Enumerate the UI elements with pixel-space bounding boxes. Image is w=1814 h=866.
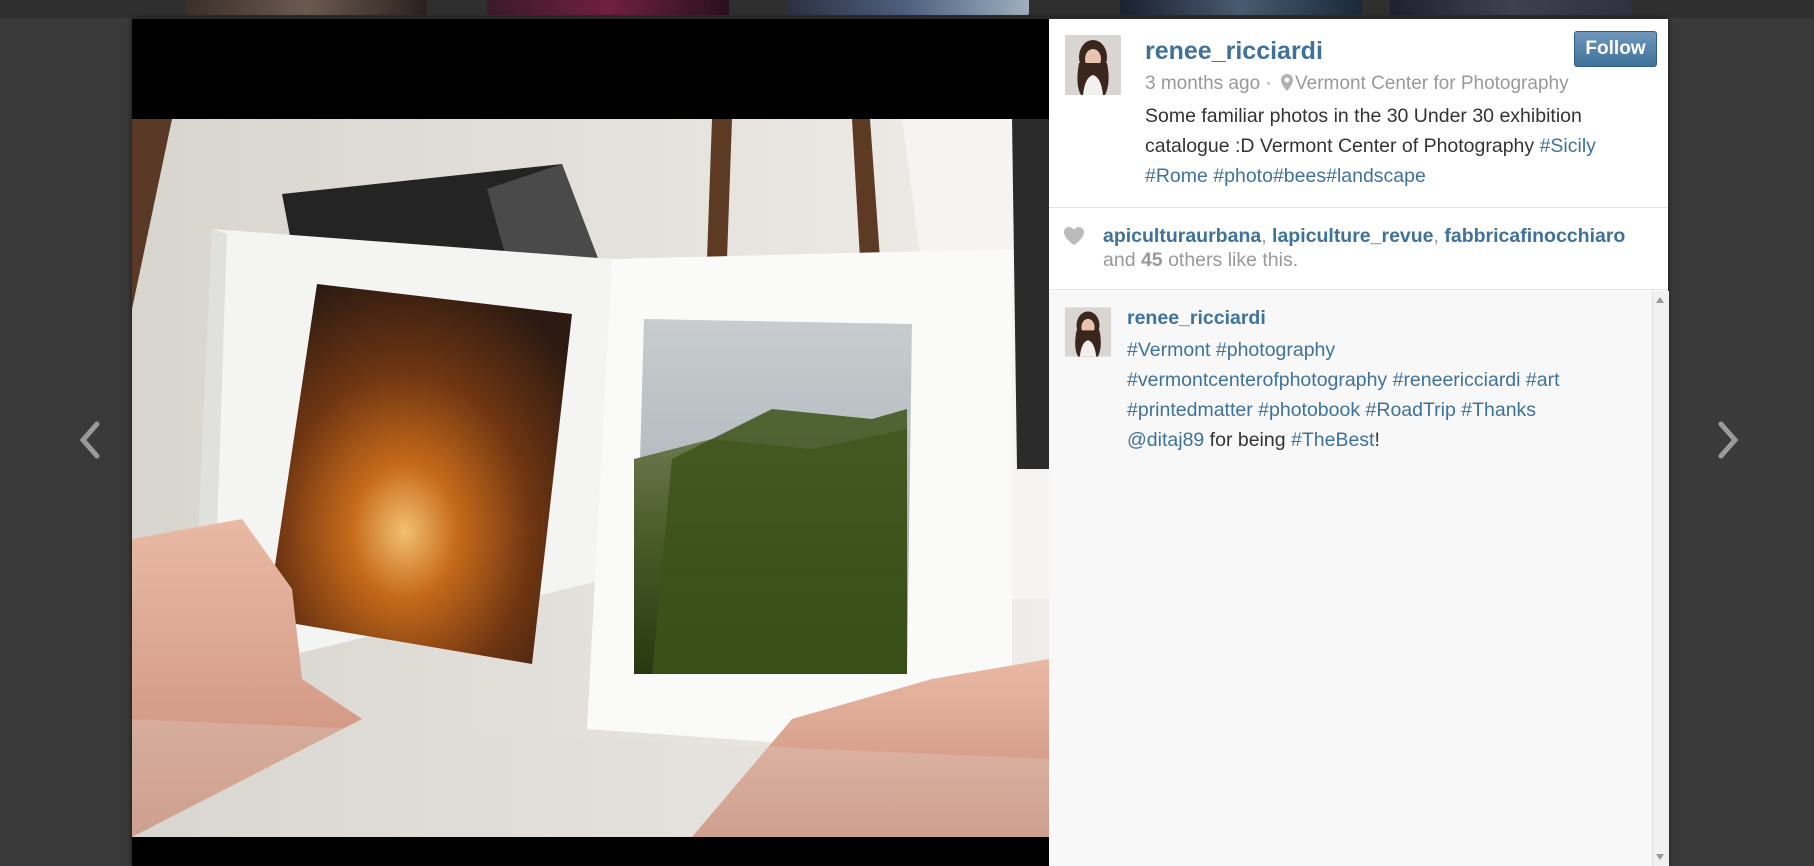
hashtag-link[interactable]: #reneericciardi [1393, 369, 1521, 391]
liker-link[interactable]: fabbricafinocchiaro [1444, 225, 1625, 247]
background-thumbnail[interactable] [1390, 0, 1632, 15]
mention-link[interactable]: @ditaj89 [1127, 429, 1204, 451]
comment-username[interactable]: renee_ricciardi [1127, 307, 1266, 330]
hashtag-link[interactable]: #bees [1273, 165, 1326, 187]
follow-button[interactable]: Follow [1574, 31, 1657, 67]
hashtag-link[interactable]: #photo [1213, 165, 1273, 187]
post-time[interactable]: 3 months ago [1145, 73, 1260, 94]
likes-section: apiculturaurbana, lapiculture_revue, fab… [1049, 208, 1668, 290]
media-area [132, 19, 1049, 866]
comment-plain-text: for being [1204, 429, 1291, 451]
post-modal: renee_ricciardi Follow 3 months ago · Ve… [132, 19, 1669, 866]
comment-text: #Vermont #photography #vermontcenterofpho… [1127, 335, 1627, 455]
likers-list: apiculturaurbana, lapiculture_revue, fab… [1103, 225, 1626, 271]
hashtag-link[interactable]: #landscape [1326, 165, 1426, 187]
hashtag-link[interactable]: #Thanks [1461, 399, 1536, 421]
comments-section: renee_ricciardi #Vermont #photography #ve… [1049, 291, 1669, 866]
liker-link[interactable]: lapiculture_revue [1272, 225, 1433, 247]
hashtag-link[interactable]: #photography [1216, 339, 1335, 361]
comments-scrollbar[interactable] [1652, 291, 1669, 866]
background-thumbnail[interactable] [787, 0, 1029, 15]
avatar[interactable] [1065, 35, 1121, 95]
scroll-down-icon[interactable] [1656, 854, 1664, 860]
comment-avatar[interactable] [1065, 307, 1111, 357]
hashtag-link[interactable]: #vermontcenterofphotography [1127, 369, 1387, 391]
liker-link[interactable]: apiculturaurbana [1103, 225, 1261, 247]
hashtag-link[interactable]: #printedmatter [1127, 399, 1253, 421]
post-caption: Some familiar photos in the 30 Under 30 … [1145, 101, 1645, 191]
previous-post-button[interactable] [68, 413, 112, 467]
chevron-right-icon [1718, 421, 1739, 459]
hashtag-link[interactable]: #photobook [1258, 399, 1360, 421]
likes-count[interactable]: 45 [1141, 249, 1163, 271]
post-location[interactable]: Vermont Center for Photography [1295, 73, 1569, 94]
chevron-left-icon [79, 421, 100, 459]
comment-plain-text: ! [1374, 429, 1380, 451]
post-header: renee_ricciardi Follow 3 months ago · Ve… [1049, 19, 1668, 208]
scroll-up-icon[interactable] [1656, 297, 1664, 303]
post-meta: 3 months ago · Vermont Center for Photog… [1145, 73, 1569, 95]
background-thumbnail[interactable] [1120, 0, 1362, 15]
hashtag-link[interactable]: #RoadTrip [1366, 399, 1456, 421]
details-panel: renee_ricciardi Follow 3 months ago · Ve… [1049, 19, 1669, 866]
background-thumbnail[interactable] [487, 0, 729, 15]
hashtag-link[interactable]: #TheBest [1291, 429, 1374, 451]
heart-icon[interactable] [1063, 226, 1085, 246]
meta-separator: · [1260, 73, 1278, 94]
post-username[interactable]: renee_ricciardi [1145, 37, 1323, 66]
next-post-button[interactable] [1706, 413, 1750, 467]
background-thumbnails [0, 0, 1814, 18]
post-photo [132, 119, 1049, 837]
caption-text: Some familiar photos in the 30 Under 30 … [1145, 105, 1582, 157]
hashtag-link[interactable]: #Vermont [1127, 339, 1210, 361]
likes-and-text: and [1103, 249, 1141, 271]
location-pin-icon [1281, 74, 1294, 91]
hashtag-link[interactable]: #Rome [1145, 165, 1208, 187]
likes-others-text: others like this. [1162, 249, 1299, 271]
background-thumbnail[interactable] [185, 0, 427, 15]
hashtag-link[interactable]: #art [1526, 369, 1560, 391]
hashtag-link[interactable]: #Sicily [1540, 135, 1596, 157]
